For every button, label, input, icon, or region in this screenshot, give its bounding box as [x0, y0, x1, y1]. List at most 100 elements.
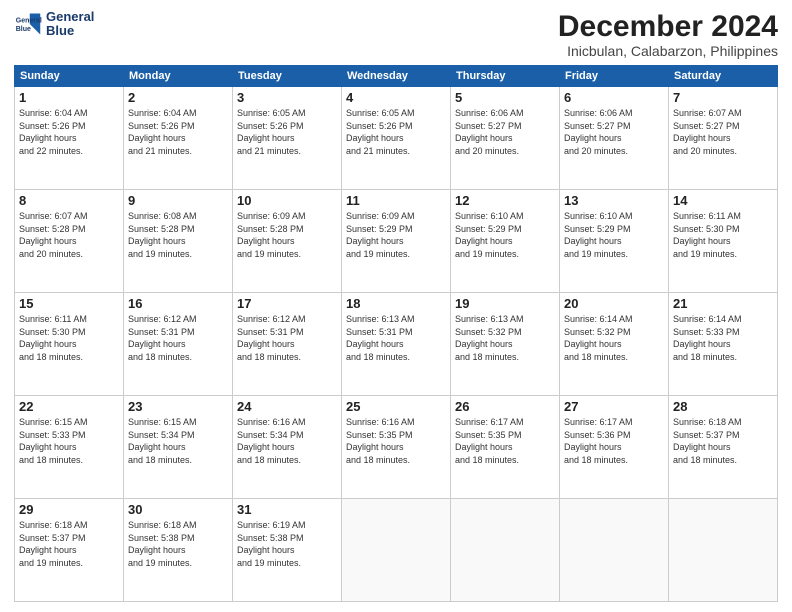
calendar-cell: 20 Sunrise: 6:14 AMSunset: 5:32 PMDayligh… — [560, 293, 669, 396]
day-info: Sunrise: 6:14 AMSunset: 5:32 PMDaylight … — [564, 313, 664, 363]
logo-line1: General — [46, 10, 94, 24]
logo: General Blue General Blue — [14, 10, 94, 39]
day-info: Sunrise: 6:11 AMSunset: 5:30 PMDaylight … — [19, 313, 119, 363]
day-info: Sunrise: 6:09 AMSunset: 5:29 PMDaylight … — [346, 210, 446, 260]
page: General Blue General Blue December 2024 … — [0, 0, 792, 612]
day-number: 30 — [128, 502, 228, 517]
calendar-cell: 12 Sunrise: 6:10 AMSunset: 5:29 PMDayligh… — [451, 190, 560, 293]
day-info: Sunrise: 6:13 AMSunset: 5:32 PMDaylight … — [455, 313, 555, 363]
day-info: Sunrise: 6:18 AMSunset: 5:37 PMDaylight … — [19, 519, 119, 569]
calendar-cell: 15 Sunrise: 6:11 AMSunset: 5:30 PMDayligh… — [15, 293, 124, 396]
calendar-cell — [342, 499, 451, 602]
day-info: Sunrise: 6:19 AMSunset: 5:38 PMDaylight … — [237, 519, 337, 569]
day-info: Sunrise: 6:11 AMSunset: 5:30 PMDaylight … — [673, 210, 773, 260]
calendar-body: 1 Sunrise: 6:04 AMSunset: 5:26 PMDaylight… — [15, 87, 778, 602]
day-number: 2 — [128, 90, 228, 105]
calendar-cell: 3Sunrise: 6:05 AMSunset: 5:26 PMDaylight… — [233, 87, 342, 190]
day-header-wednesday: Wednesday — [342, 66, 451, 87]
day-number: 17 — [237, 296, 337, 311]
calendar-cell: 31 Sunrise: 6:19 AMSunset: 5:38 PMDayligh… — [233, 499, 342, 602]
calendar-cell: 27 Sunrise: 6:17 AMSunset: 5:36 PMDayligh… — [560, 396, 669, 499]
day-number: 11 — [346, 193, 446, 208]
day-info: Sunrise: 6:07 AMSunset: 5:27 PMDaylight … — [673, 107, 773, 157]
day-info: Sunrise: 6:17 AMSunset: 5:35 PMDaylight … — [455, 416, 555, 466]
day-number: 18 — [346, 296, 446, 311]
day-number: 8 — [19, 193, 119, 208]
day-info: Sunrise: 6:09 AMSunset: 5:28 PMDaylight … — [237, 210, 337, 260]
day-info: Sunrise: 6:13 AMSunset: 5:31 PMDaylight … — [346, 313, 446, 363]
svg-text:General: General — [16, 18, 42, 25]
day-number: 31 — [237, 502, 337, 517]
calendar-cell: 16 Sunrise: 6:12 AMSunset: 5:31 PMDayligh… — [124, 293, 233, 396]
day-number: 15 — [19, 296, 119, 311]
calendar-cell: 19 Sunrise: 6:13 AMSunset: 5:32 PMDayligh… — [451, 293, 560, 396]
day-number: 14 — [673, 193, 773, 208]
day-info: Sunrise: 6:12 AMSunset: 5:31 PMDaylight … — [128, 313, 228, 363]
day-info: Sunrise: 6:18 AMSunset: 5:37 PMDaylight … — [673, 416, 773, 466]
calendar-cell: 22Sunrise: 6:15 AMSunset: 5:33 PMDayligh… — [15, 396, 124, 499]
day-info: Sunrise: 6:16 AMSunset: 5:35 PMDaylight … — [346, 416, 446, 466]
day-info: Sunrise: 6:05 AMSunset: 5:26 PMDaylight … — [346, 107, 446, 157]
calendar-cell: 7 Sunrise: 6:07 AMSunset: 5:27 PMDaylight… — [669, 87, 778, 190]
day-info: Sunrise: 6:14 AMSunset: 5:33 PMDaylight … — [673, 313, 773, 363]
calendar-cell: 24 Sunrise: 6:16 AMSunset: 5:34 PMDayligh… — [233, 396, 342, 499]
day-info: Sunrise: 6:06 AMSunset: 5:27 PMDaylight … — [564, 107, 664, 157]
calendar-cell: 10 Sunrise: 6:09 AMSunset: 5:28 PMDayligh… — [233, 190, 342, 293]
calendar-week-3: 15 Sunrise: 6:11 AMSunset: 5:30 PMDayligh… — [15, 293, 778, 396]
day-number: 22 — [19, 399, 119, 414]
day-number: 21 — [673, 296, 773, 311]
day-header-friday: Friday — [560, 66, 669, 87]
calendar-cell: 11 Sunrise: 6:09 AMSunset: 5:29 PMDayligh… — [342, 190, 451, 293]
calendar-cell: 8 Sunrise: 6:07 AMSunset: 5:28 PMDaylight… — [15, 190, 124, 293]
day-info: Sunrise: 6:12 AMSunset: 5:31 PMDaylight … — [237, 313, 337, 363]
logo-text: General Blue — [46, 10, 94, 39]
calendar-cell: 4 Sunrise: 6:05 AMSunset: 5:26 PMDaylight… — [342, 87, 451, 190]
title-block: December 2024 Inicbulan, Calabarzon, Phi… — [558, 10, 778, 59]
calendar-cell: 23 Sunrise: 6:15 AMSunset: 5:34 PMDayligh… — [124, 396, 233, 499]
day-number: 1 — [19, 90, 119, 105]
day-number: 6 — [564, 90, 664, 105]
day-number: 26 — [455, 399, 555, 414]
day-number: 10 — [237, 193, 337, 208]
calendar-cell: 9Sunrise: 6:08 AMSunset: 5:28 PMDaylight… — [124, 190, 233, 293]
day-number: 13 — [564, 193, 664, 208]
day-number: 19 — [455, 296, 555, 311]
calendar-cell: 17 Sunrise: 6:12 AMSunset: 5:31 PMDayligh… — [233, 293, 342, 396]
day-number: 12 — [455, 193, 555, 208]
day-info: Sunrise: 6:10 AMSunset: 5:29 PMDaylight … — [455, 210, 555, 260]
day-number: 16 — [128, 296, 228, 311]
calendar-table: SundayMondayTuesdayWednesdayThursdayFrid… — [14, 65, 778, 602]
day-header-sunday: Sunday — [15, 66, 124, 87]
day-number: 29 — [19, 502, 119, 517]
day-info: Sunrise: 6:06 AMSunset: 5:27 PMDaylight … — [455, 107, 555, 157]
calendar-cell — [451, 499, 560, 602]
calendar-week-1: 1 Sunrise: 6:04 AMSunset: 5:26 PMDaylight… — [15, 87, 778, 190]
day-info: Sunrise: 6:05 AMSunset: 5:26 PMDaylight … — [237, 107, 337, 157]
calendar-header-row: SundayMondayTuesdayWednesdayThursdayFrid… — [15, 66, 778, 87]
day-number: 4 — [346, 90, 446, 105]
calendar-week-2: 8 Sunrise: 6:07 AMSunset: 5:28 PMDaylight… — [15, 190, 778, 293]
calendar-cell: 26 Sunrise: 6:17 AMSunset: 5:35 PMDayligh… — [451, 396, 560, 499]
day-number: 5 — [455, 90, 555, 105]
calendar-cell: 14 Sunrise: 6:11 AMSunset: 5:30 PMDayligh… — [669, 190, 778, 293]
day-info: Sunrise: 6:17 AMSunset: 5:36 PMDaylight … — [564, 416, 664, 466]
day-number: 23 — [128, 399, 228, 414]
subtitle: Inicbulan, Calabarzon, Philippines — [558, 43, 778, 59]
calendar-cell: 30Sunrise: 6:18 AMSunset: 5:38 PMDayligh… — [124, 499, 233, 602]
day-info: Sunrise: 6:15 AMSunset: 5:34 PMDaylight … — [128, 416, 228, 466]
calendar-week-5: 29 Sunrise: 6:18 AMSunset: 5:37 PMDayligh… — [15, 499, 778, 602]
day-number: 7 — [673, 90, 773, 105]
day-info: Sunrise: 6:04 AMSunset: 5:26 PMDaylight … — [128, 107, 228, 157]
day-number: 27 — [564, 399, 664, 414]
calendar-cell: 6 Sunrise: 6:06 AMSunset: 5:27 PMDaylight… — [560, 87, 669, 190]
header: General Blue General Blue December 2024 … — [14, 10, 778, 59]
day-info: Sunrise: 6:10 AMSunset: 5:29 PMDaylight … — [564, 210, 664, 260]
day-number: 25 — [346, 399, 446, 414]
day-number: 24 — [237, 399, 337, 414]
day-info: Sunrise: 6:16 AMSunset: 5:34 PMDaylight … — [237, 416, 337, 466]
main-title: December 2024 — [558, 10, 778, 43]
svg-text:Blue: Blue — [16, 26, 31, 33]
day-info: Sunrise: 6:07 AMSunset: 5:28 PMDaylight … — [19, 210, 119, 260]
day-number: 20 — [564, 296, 664, 311]
calendar-cell — [669, 499, 778, 602]
